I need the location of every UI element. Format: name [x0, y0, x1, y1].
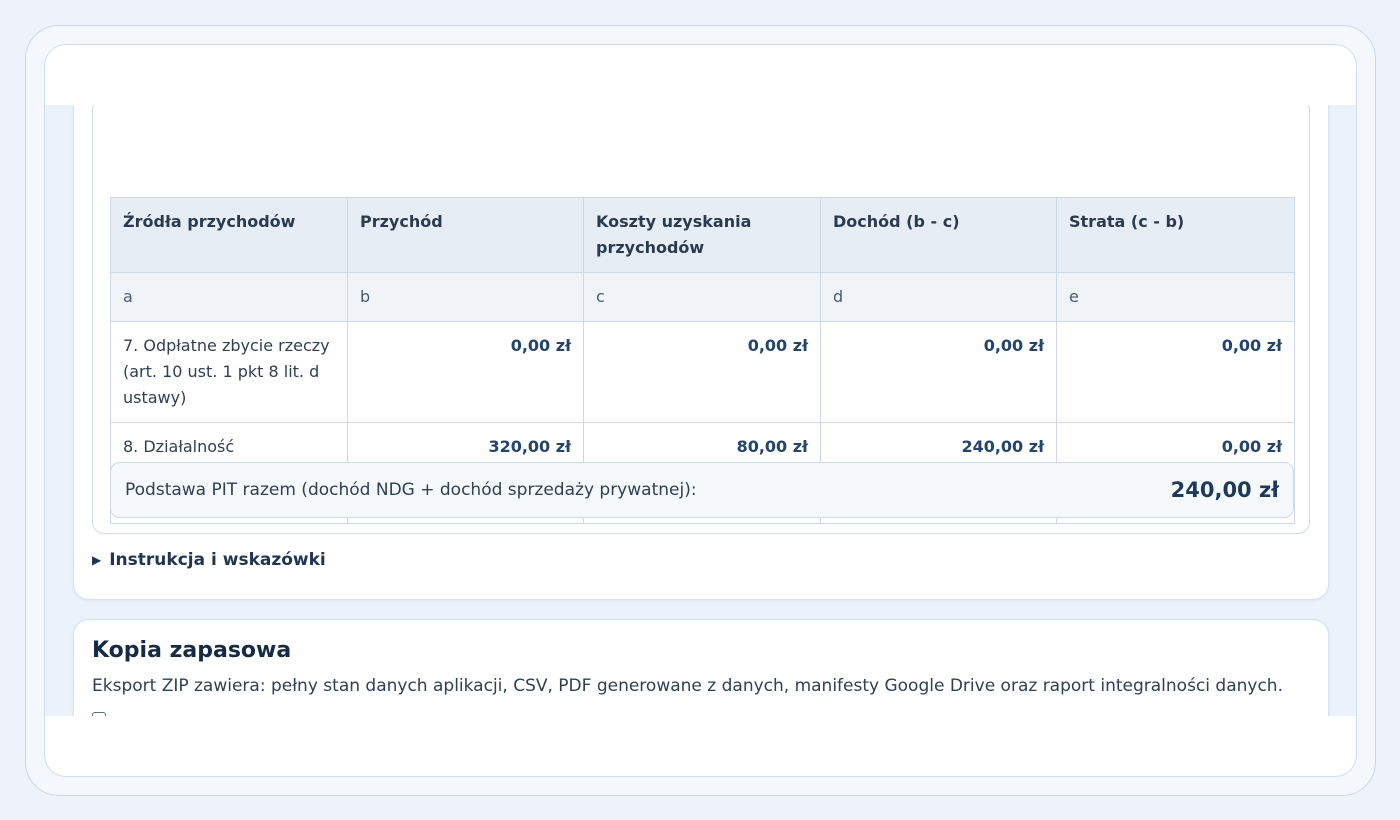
- triangle-right-icon: ▶: [92, 553, 102, 567]
- pit-total-value: 240,00 zł: [1170, 478, 1279, 502]
- col-letter: d: [820, 272, 1057, 322]
- col-header-net: Dochód (b - c): [820, 197, 1057, 273]
- col-header-income: Przychód: [347, 197, 584, 273]
- col-letter: e: [1056, 272, 1295, 322]
- col-header-costs: Koszty uzyskania przychodów: [583, 197, 821, 273]
- backup-card: Kopia zapasowa Eksport ZIP zawiera: pełn…: [73, 619, 1329, 716]
- row-costs: 0,00 zł: [583, 321, 821, 423]
- backup-checkbox-row[interactable]: [92, 712, 112, 716]
- backup-title: Kopia zapasowa: [92, 638, 292, 663]
- app-window: Źródła przychodów Przychód Koszty uzyska…: [44, 44, 1357, 777]
- col-letter: c: [583, 272, 821, 322]
- instructions-toggle[interactable]: ▶ Instrukcja i wskazówki: [92, 550, 326, 570]
- pit-table-panel: Źródła przychodów Przychód Koszty uzyska…: [92, 105, 1310, 534]
- table-row: 7. Odpłatne zbycie rzeczy (art. 10 ust. …: [110, 321, 1295, 423]
- col-letter: a: [110, 272, 348, 322]
- scroll-viewport[interactable]: Źródła przychodów Przychód Koszty uzyska…: [45, 105, 1356, 716]
- checkbox[interactable]: [92, 712, 106, 716]
- col-letter: b: [347, 272, 584, 322]
- pit-total-box: Podstawa PIT razem (dochód NDG + dochód …: [110, 462, 1294, 518]
- backup-description: Eksport ZIP zawiera: pełny stan danych a…: [92, 676, 1283, 696]
- col-header-loss: Strata (c - b): [1056, 197, 1295, 273]
- instructions-label: Instrukcja i wskazówki: [109, 550, 326, 570]
- row-loss: 0,00 zł: [1056, 321, 1295, 423]
- col-header-sources: Źródła przychodów: [110, 197, 348, 273]
- row-income: 0,00 zł: [347, 321, 584, 423]
- row-source: 7. Odpłatne zbycie rzeczy (art. 10 ust. …: [110, 321, 348, 423]
- row-net: 0,00 zł: [820, 321, 1057, 423]
- pit-card: Źródła przychodów Przychód Koszty uzyska…: [73, 105, 1329, 600]
- pit-total-label: Podstawa PIT razem (dochód NDG + dochód …: [125, 480, 697, 500]
